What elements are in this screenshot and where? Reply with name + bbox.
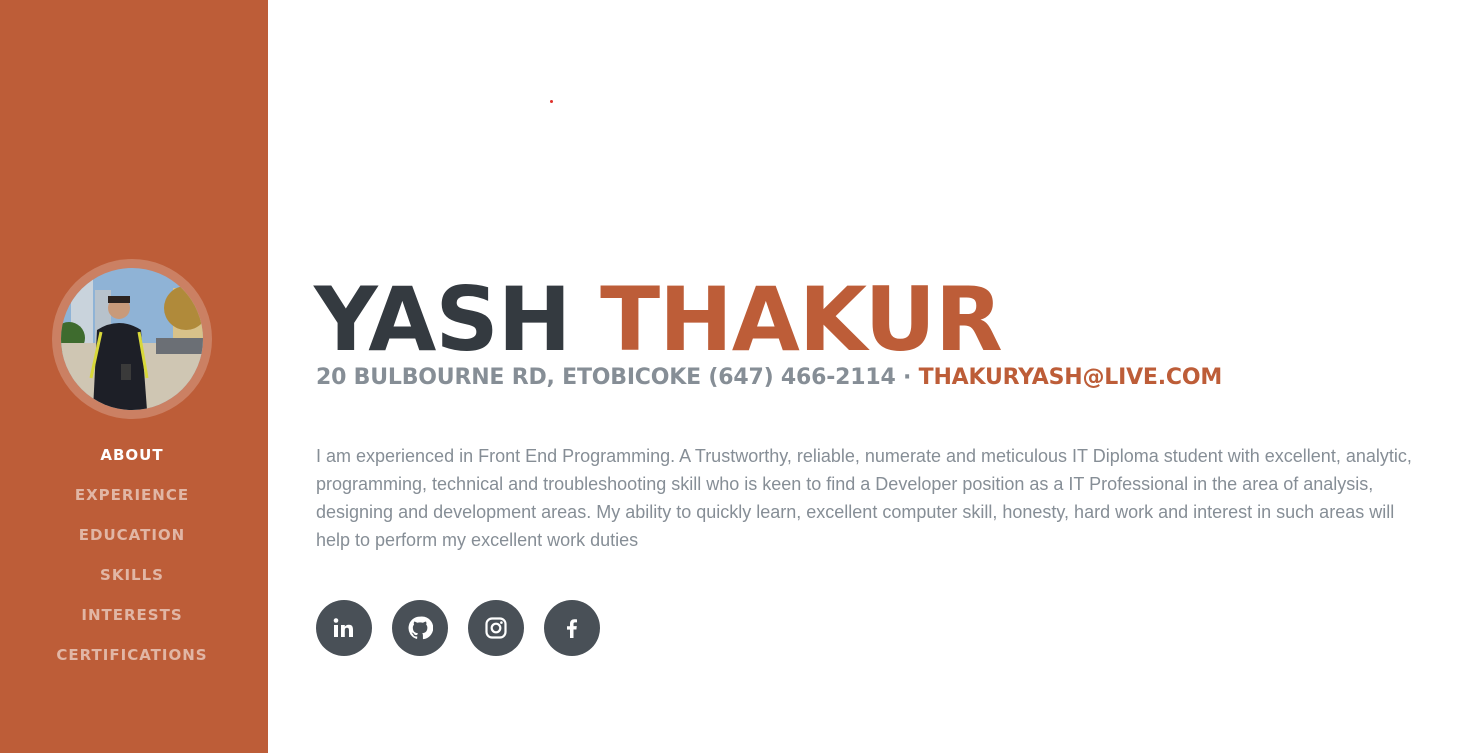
last-name: THAKUR (600, 268, 1003, 371)
page-title: YASH THAKUR (314, 268, 1003, 372)
nav-link-experience[interactable]: EXPERIENCE (75, 486, 189, 504)
github-link[interactable] (392, 600, 448, 656)
contact-line: 20 BULBOURNE RD, ETOBICOKE (647) 466-211… (316, 364, 1222, 392)
nav-item-about: ABOUT (0, 440, 264, 480)
facebook-icon (567, 619, 577, 638)
profile-photo-image (61, 268, 203, 410)
instagram-link[interactable] (468, 600, 524, 656)
nav-link-about[interactable]: ABOUT (100, 446, 163, 464)
linkedin-icon (333, 618, 353, 637)
facebook-link[interactable] (544, 600, 600, 656)
sidebar: ABOUT EXPERIENCE EDUCATION SKILLS INTERE… (0, 0, 268, 753)
sidebar-nav: ABOUT EXPERIENCE EDUCATION SKILLS INTERE… (0, 440, 264, 680)
linkedin-link[interactable] (316, 600, 372, 656)
nav-item-certifications: CERTIFICATIONS (0, 640, 264, 680)
profile-photo-frame (52, 259, 212, 419)
cursor-dot (550, 100, 553, 103)
nav-item-skills: SKILLS (0, 560, 264, 600)
first-name: YASH (314, 268, 571, 371)
profile-photo (61, 268, 203, 410)
nav-item-education: EDUCATION (0, 520, 264, 560)
social-icons (316, 600, 600, 656)
nav-link-skills[interactable]: SKILLS (100, 566, 164, 584)
nav-link-certifications[interactable]: CERTIFICATIONS (56, 646, 207, 664)
nav-item-interests: INTERESTS (0, 600, 264, 640)
github-icon (408, 616, 433, 640)
email-link[interactable]: THAKURYASH@LIVE.COM (919, 365, 1223, 390)
instagram-icon (485, 617, 507, 639)
address: 20 BULBOURNE RD, ETOBICOKE (647) 466-211… (316, 365, 912, 390)
bio-text: I am experienced in Front End Programmin… (316, 446, 1412, 550)
nav-link-education[interactable]: EDUCATION (79, 526, 185, 544)
nav-item-experience: EXPERIENCE (0, 480, 264, 520)
nav-link-interests[interactable]: INTERESTS (81, 606, 182, 624)
